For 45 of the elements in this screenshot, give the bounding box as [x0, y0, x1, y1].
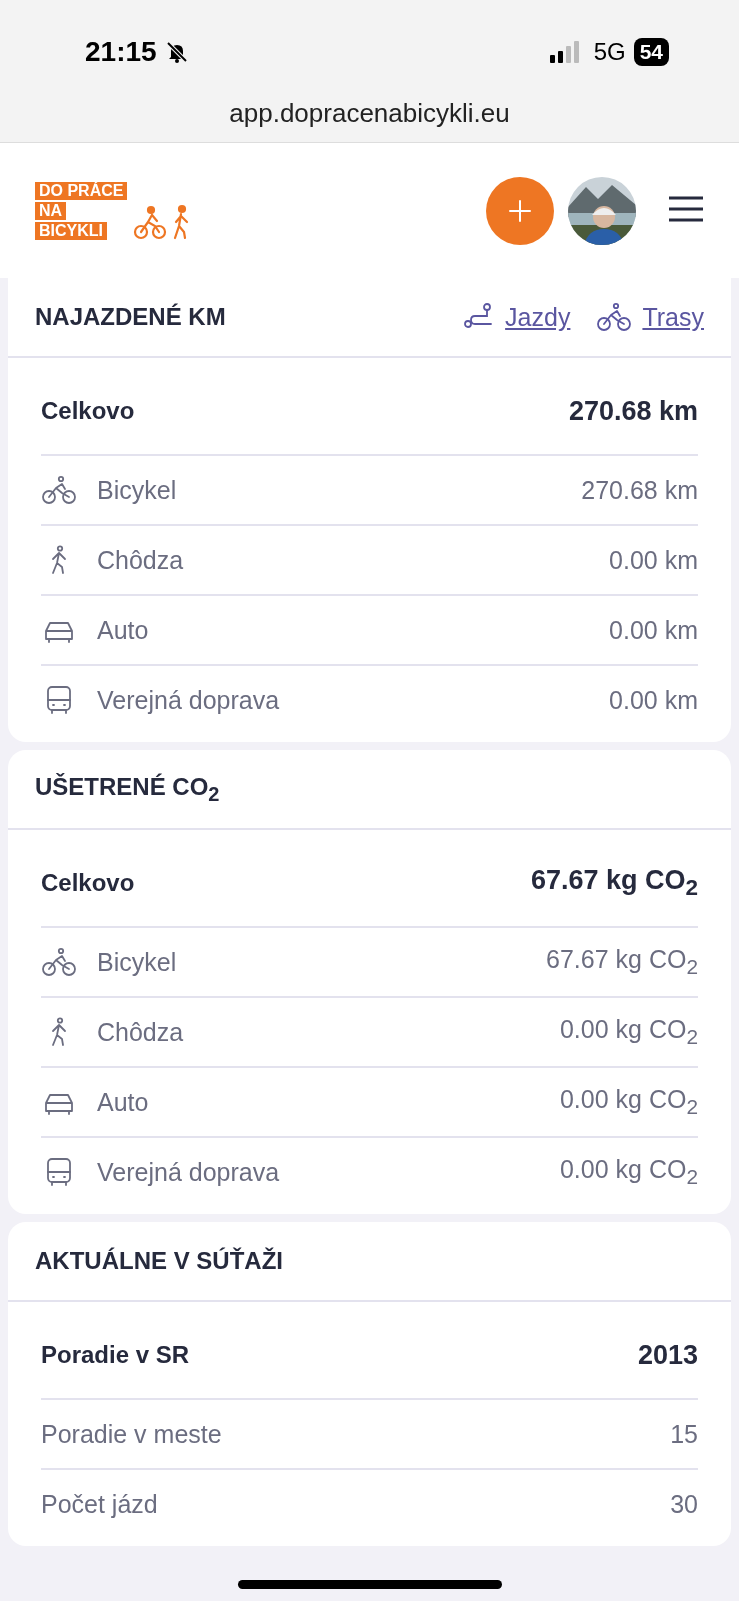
- row-label: Bicykel: [97, 475, 178, 505]
- link[interactable]: Jazdy: [463, 302, 571, 332]
- section-title: NAJAZDENÉ KM: [35, 303, 227, 331]
- signal-icon: [549, 41, 580, 63]
- silent-bell-icon: [164, 40, 189, 64]
- row-label: Chôdza: [97, 545, 185, 575]
- row-value: 270.68 km: [568, 395, 698, 427]
- row-label: Verejná doprava: [97, 685, 281, 715]
- row-label: Verejná doprava: [97, 1157, 281, 1187]
- row-value: 67.67 kg CO$_{2}$: [546, 945, 698, 979]
- menu-icon[interactable]: [668, 196, 704, 225]
- row-label: Celkovo: [41, 397, 136, 425]
- row-value: 0.00 kg CO$_{2}$: [559, 1155, 698, 1189]
- row-label: Poradie v meste: [41, 1419, 223, 1449]
- logo-text: DO PRÁCE: [35, 181, 128, 200]
- network-label: 5G: [593, 38, 626, 66]
- section-title: AKTUÁLNE V SÚŤAŽI: [35, 1247, 284, 1275]
- bicycle-icon: [41, 947, 77, 977]
- row-label: Počet jázd: [41, 1489, 159, 1519]
- row-value: 0.00 km: [609, 685, 698, 715]
- row-value: 2013: [637, 1339, 698, 1371]
- row-value: 0.00 kg CO$_{2}$: [559, 1085, 698, 1119]
- row-value: 15: [670, 1419, 698, 1449]
- row-value: 67.67 kg CO$_{2}$: [530, 864, 698, 902]
- battery-level: 54: [633, 38, 669, 66]
- row-value: 0.00 kg CO$_{2}$: [559, 1015, 698, 1049]
- row-label: Bicykel: [97, 947, 178, 977]
- row-label: Celkovo: [41, 869, 136, 897]
- row-label: Auto: [97, 615, 150, 645]
- row-value: 30: [670, 1489, 698, 1519]
- row-value: 0.00 km: [609, 615, 698, 645]
- link[interactable]: Trasy: [596, 302, 704, 332]
- bicycle-icon: [596, 302, 633, 332]
- row-value: 0.00 km: [609, 545, 698, 575]
- section-title: UŠETRENÉ CO$_{2}$: [35, 772, 221, 806]
- plus-icon: [508, 198, 532, 223]
- clock: 21:15: [85, 36, 157, 68]
- bicycle-icon: [41, 475, 77, 505]
- logo-text: BICYKLI: [35, 221, 107, 240]
- row-label: Auto: [97, 1087, 150, 1117]
- logo-text: NA: [35, 201, 67, 220]
- row-value: 270.68 km: [581, 475, 698, 505]
- row-label: Chôdza: [97, 1017, 185, 1047]
- url-text[interactable]: app.dopracenabicykli.eu: [0, 98, 739, 129]
- row-label: Poradie v SR: [41, 1341, 191, 1369]
